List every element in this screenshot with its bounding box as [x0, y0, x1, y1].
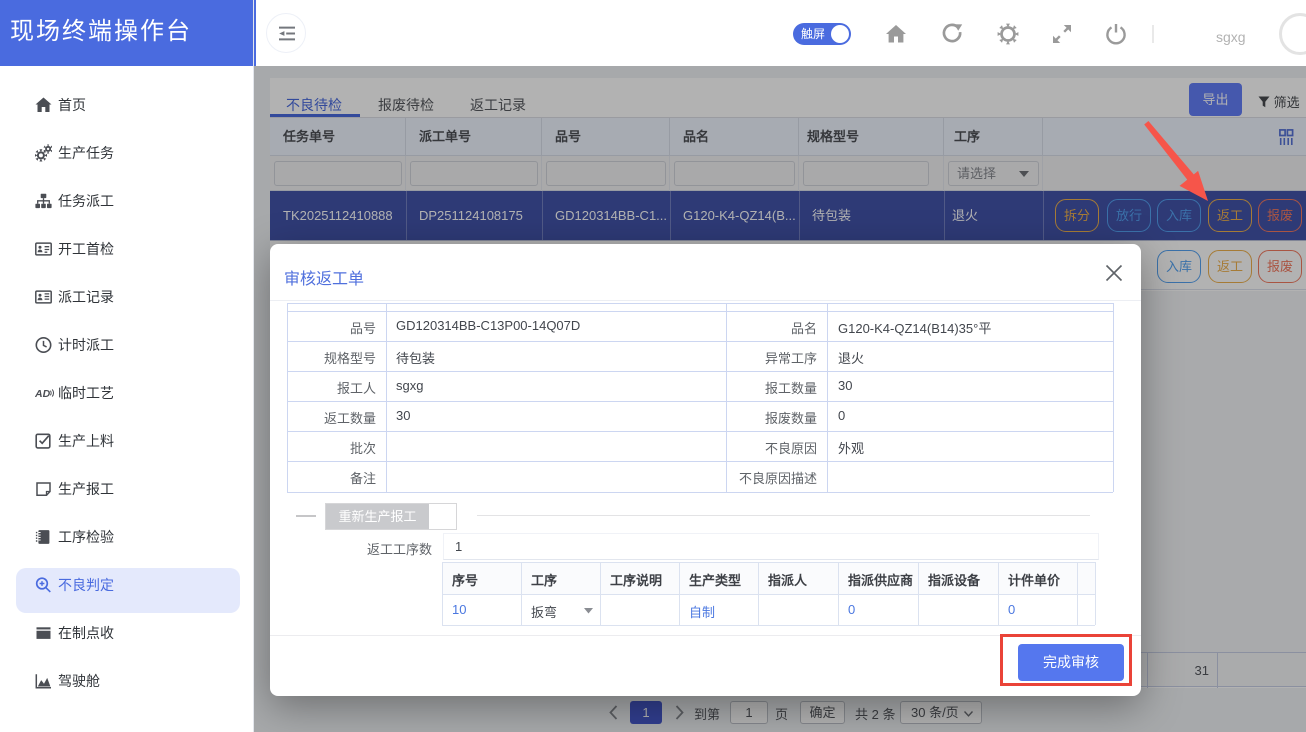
svg-text:AD: AD	[35, 388, 51, 400]
